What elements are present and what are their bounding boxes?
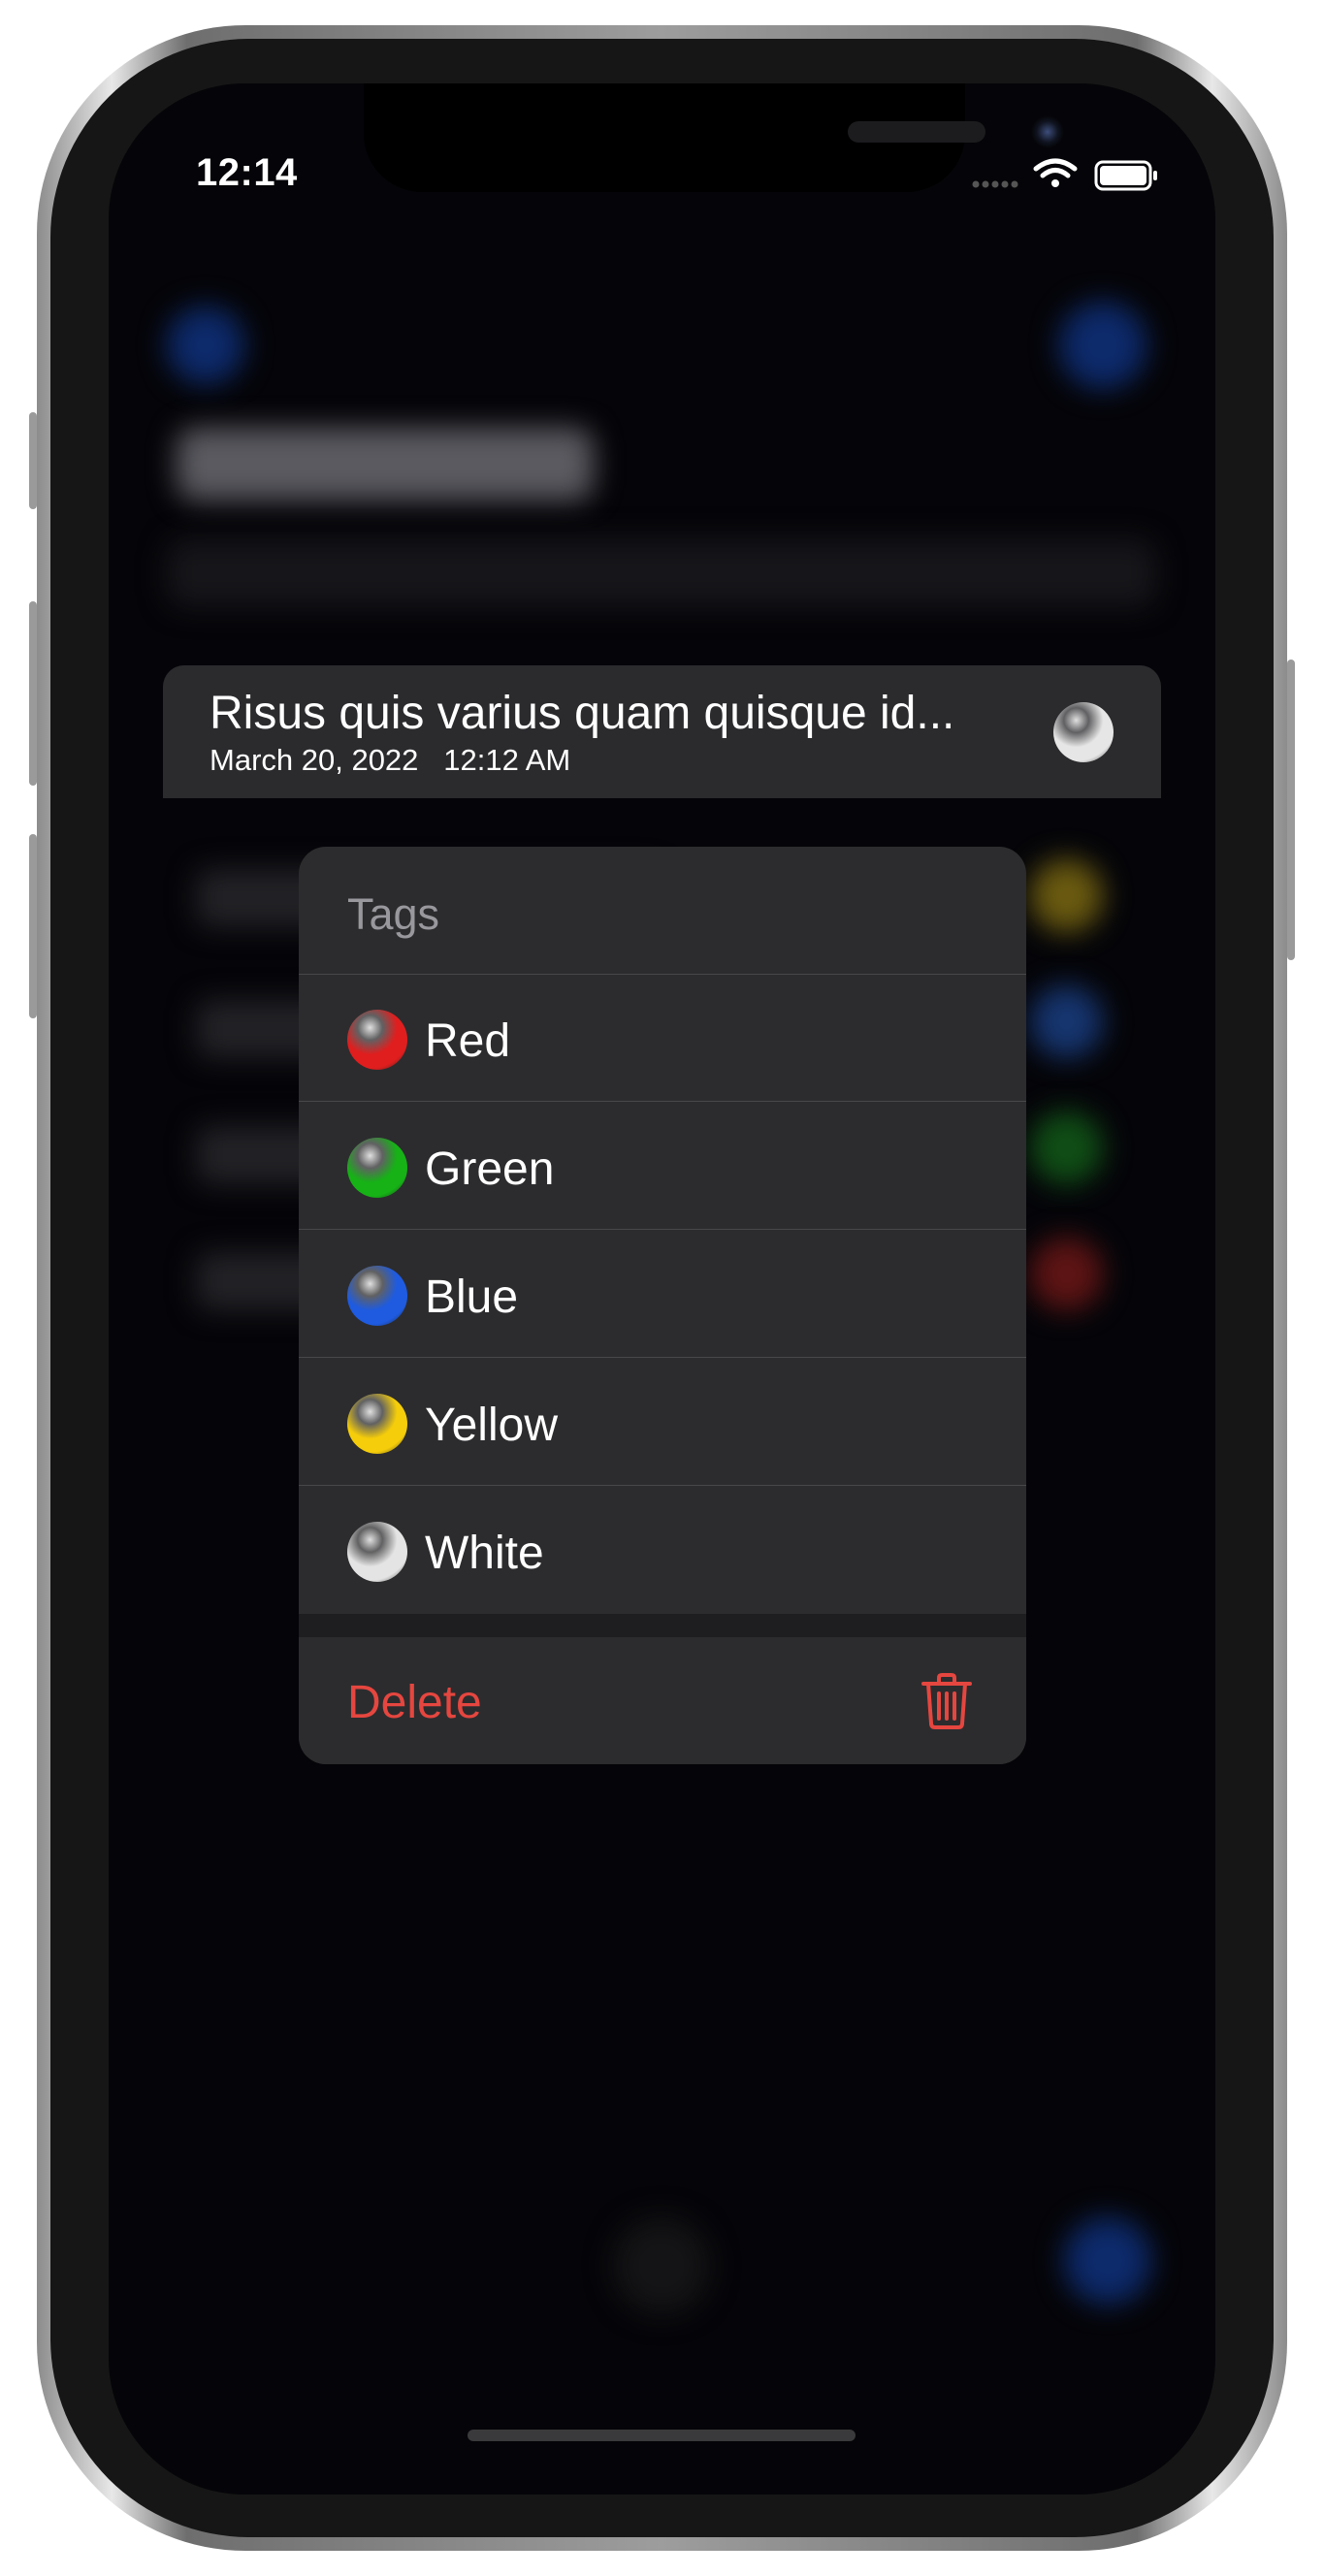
volume-down-button	[29, 834, 37, 1018]
note-timestamp: March 20, 2022 12:12 AM	[210, 743, 570, 778]
blurred-search-bar	[167, 539, 1156, 607]
menu-item-label: Red	[425, 1015, 511, 1067]
menu-item-label: Yellow	[425, 1400, 558, 1451]
note-time: 12:12 AM	[443, 743, 571, 777]
note-preview-card[interactable]: Risus quis varius quam quisque id... Mar…	[163, 665, 1161, 798]
power-button	[1287, 660, 1295, 960]
screen: 12:14 Risus quis varius quam quisque id.…	[109, 83, 1215, 2495]
blurred-yellow-dot	[1030, 859, 1103, 932]
menu-item-blue[interactable]: Blue	[299, 1230, 1026, 1358]
yellow-dot-icon	[347, 1394, 407, 1454]
menu-item-label: Blue	[425, 1272, 519, 1323]
green-dot-icon	[347, 1138, 407, 1198]
menu-item-red[interactable]: Red	[299, 974, 1026, 1102]
front-camera	[1031, 115, 1064, 148]
white-dot-icon	[347, 1522, 407, 1582]
tags-header: Tags	[347, 889, 440, 939]
note-date: March 20, 2022	[210, 743, 419, 777]
status-time: 12:14	[196, 151, 298, 194]
silent-switch	[29, 412, 37, 509]
status-indicators	[972, 155, 1185, 199]
menu-item-white[interactable]: White	[299, 1486, 1026, 1613]
blurred-add-button	[1059, 302, 1146, 389]
blue-dot-icon	[347, 1266, 407, 1326]
blurred-blue-dot	[1030, 985, 1103, 1058]
delete-label: Delete	[347, 1677, 482, 1728]
battery-icon	[1094, 160, 1157, 191]
menu-section-header: Tags	[299, 847, 1026, 975]
white-tag-dot-icon	[1053, 702, 1114, 762]
menu-item-yellow[interactable]: Yellow	[299, 1358, 1026, 1486]
cellular-signal-icon	[972, 180, 1018, 188]
red-dot-icon	[347, 1010, 407, 1070]
earpiece-speaker	[848, 121, 985, 143]
blurred-red-dot	[1030, 1238, 1103, 1310]
blurred-title	[177, 428, 594, 500]
blurred-compose-button	[1064, 2217, 1151, 2304]
wifi-icon	[1033, 158, 1078, 187]
notch	[364, 83, 1064, 192]
trash-icon	[921, 1673, 972, 1729]
blurred-back-button	[167, 306, 244, 384]
blurred-toolbar-item	[613, 2217, 710, 2314]
context-menu: Tags Red Green Blue Yellow White Delete	[299, 847, 1026, 1764]
blurred-green-dot	[1030, 1111, 1103, 1184]
volume-up-button	[29, 601, 37, 786]
menu-item-green[interactable]: Green	[299, 1102, 1026, 1230]
menu-item-label: Green	[425, 1143, 555, 1195]
delete-menu-item[interactable]: Delete	[299, 1637, 1026, 1764]
menu-group-separator	[299, 1614, 1026, 1637]
menu-item-label: White	[425, 1528, 544, 1579]
home-indicator[interactable]	[468, 2430, 856, 2441]
note-title: Risus quis varius quam quisque id...	[210, 688, 955, 739]
